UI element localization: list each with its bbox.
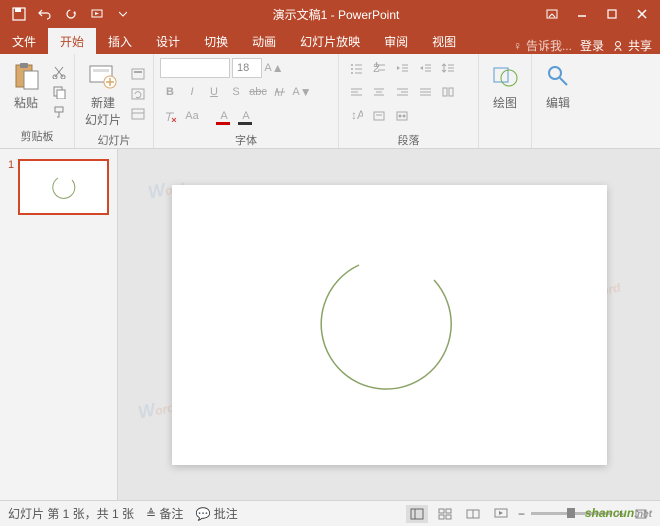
decrease-indent-icon[interactable] (391, 58, 413, 78)
columns-icon[interactable] (437, 82, 459, 102)
tab-animations[interactable]: 动画 (240, 28, 288, 54)
align-left-icon[interactable] (345, 82, 367, 102)
share-icon (612, 40, 624, 52)
numbering-icon[interactable]: 12 (368, 58, 390, 78)
section-icon[interactable] (129, 105, 147, 123)
save-icon[interactable] (8, 3, 30, 25)
tab-insert[interactable]: 插入 (96, 28, 144, 54)
sorter-view-icon[interactable] (434, 505, 456, 523)
decrease-font-icon[interactable]: A▼ (292, 82, 312, 102)
italic-icon[interactable]: I (182, 82, 202, 102)
format-painter-icon[interactable] (50, 103, 68, 121)
group-slides: 新建 幻灯片 幻灯片 (75, 54, 154, 148)
thumb-arc-shape (44, 172, 84, 202)
workspace: 1 Word Word Word (0, 149, 660, 500)
share-button[interactable]: 共享 (612, 37, 652, 54)
comments-button[interactable]: 💬 批注 (195, 505, 237, 522)
group-font: 18 A▲ B I U S abc A▼ Aa A A 字体 (154, 54, 339, 148)
notes-button[interactable]: ≜ 备注 (146, 505, 183, 522)
start-from-beginning-icon[interactable] (86, 3, 108, 25)
drawing-button[interactable]: 绘图 (485, 58, 525, 142)
shapes-icon (489, 60, 521, 92)
close-icon[interactable] (628, 3, 656, 25)
thumb-number: 1 (8, 159, 14, 215)
arc-shape[interactable] (289, 225, 489, 425)
watermark: Word (136, 395, 176, 423)
ribbon: 粘贴 剪贴板 新建 幻灯片 幻灯片 (0, 54, 660, 149)
tab-file[interactable]: 文件 (0, 28, 48, 54)
reading-view-icon[interactable] (462, 505, 484, 523)
underline-icon[interactable]: U (204, 82, 224, 102)
maximize-icon[interactable] (598, 3, 626, 25)
tell-me[interactable]: ♀告诉我... (513, 37, 572, 54)
find-icon (542, 60, 574, 92)
tab-slideshow[interactable]: 幻灯片放映 (288, 28, 372, 54)
highlight-icon[interactable]: A (236, 106, 256, 126)
strikethrough-icon[interactable]: abc (248, 82, 268, 102)
smartart-icon[interactable] (391, 106, 413, 126)
shadow-icon[interactable]: S (226, 82, 246, 102)
align-center-icon[interactable] (368, 82, 390, 102)
zoom-out-icon[interactable]: − (518, 507, 525, 521)
status-bar: 幻灯片 第 1 张，共 1 张 ≜ 备注 💬 批注 − + (0, 500, 660, 526)
group-editing: 编辑 (532, 54, 584, 148)
copy-icon[interactable] (50, 83, 68, 101)
bullets-icon[interactable] (345, 58, 367, 78)
editing-button[interactable]: 编辑 (538, 58, 578, 142)
tab-design[interactable]: 设计 (144, 28, 192, 54)
new-slide-button[interactable]: 新建 幻灯片 (81, 58, 125, 130)
thumbnail-panel: 1 (0, 149, 118, 500)
undo-icon[interactable] (34, 3, 56, 25)
char-spacing-icon[interactable] (270, 82, 290, 102)
new-slide-icon (87, 60, 119, 92)
layout-icon[interactable] (129, 65, 147, 83)
normal-view-icon[interactable] (406, 505, 428, 523)
group-paragraph: 12 ↕A 段落 (339, 54, 479, 148)
window-title: 演示文稿1 - PowerPoint (134, 6, 538, 23)
redo-icon[interactable] (60, 3, 82, 25)
align-right-icon[interactable] (391, 82, 413, 102)
login-link[interactable]: 登录 (580, 37, 604, 54)
title-bar: 演示文稿1 - PowerPoint (0, 0, 660, 28)
align-text-icon[interactable] (368, 106, 390, 126)
change-case-icon[interactable]: Aa (182, 106, 202, 126)
font-color-icon[interactable]: A (214, 106, 234, 126)
line-spacing-icon[interactable] (437, 58, 459, 78)
increase-font-icon[interactable]: A▲ (264, 58, 284, 78)
tab-transitions[interactable]: 切换 (192, 28, 240, 54)
bold-icon[interactable]: B (160, 82, 180, 102)
slide-editor[interactable]: Word Word Word (118, 149, 660, 500)
svg-text:↕A: ↕A (351, 110, 363, 122)
quick-access-toolbar (0, 3, 134, 25)
font-size-combo[interactable]: 18 (232, 58, 262, 78)
window-controls (538, 3, 660, 25)
justify-icon[interactable] (414, 82, 436, 102)
svg-text:2: 2 (373, 62, 380, 74)
ribbon-tabs: 文件 开始 插入 设计 切换 动画 幻灯片放映 审阅 视图 ♀告诉我... 登录… (0, 28, 660, 54)
minimize-icon[interactable] (568, 3, 596, 25)
paste-icon (10, 60, 42, 92)
text-direction-icon[interactable]: ↕A (345, 106, 367, 126)
ribbon-display-icon[interactable] (538, 3, 566, 25)
tab-home[interactable]: 开始 (48, 28, 96, 54)
slide-canvas[interactable] (172, 185, 607, 465)
tab-review[interactable]: 审阅 (372, 28, 420, 54)
tab-view[interactable]: 视图 (420, 28, 468, 54)
paste-button[interactable]: 粘贴 (6, 58, 46, 126)
watermark-brand: shancun.net (585, 504, 652, 522)
qat-customize-icon[interactable] (112, 3, 134, 25)
cut-icon[interactable] (50, 63, 68, 81)
font-name-combo[interactable] (160, 58, 230, 78)
lightbulb-icon: ♀ (513, 39, 522, 53)
clear-formatting-icon[interactable] (160, 106, 180, 126)
group-clipboard: 粘贴 剪贴板 (0, 54, 75, 148)
increase-indent-icon[interactable] (414, 58, 436, 78)
group-drawing: 绘图 (479, 54, 532, 148)
slideshow-view-icon[interactable] (490, 505, 512, 523)
reset-icon[interactable] (129, 85, 147, 103)
slide-indicator[interactable]: 幻灯片 第 1 张，共 1 张 (8, 505, 134, 522)
slide-thumbnail-1[interactable] (18, 159, 109, 215)
